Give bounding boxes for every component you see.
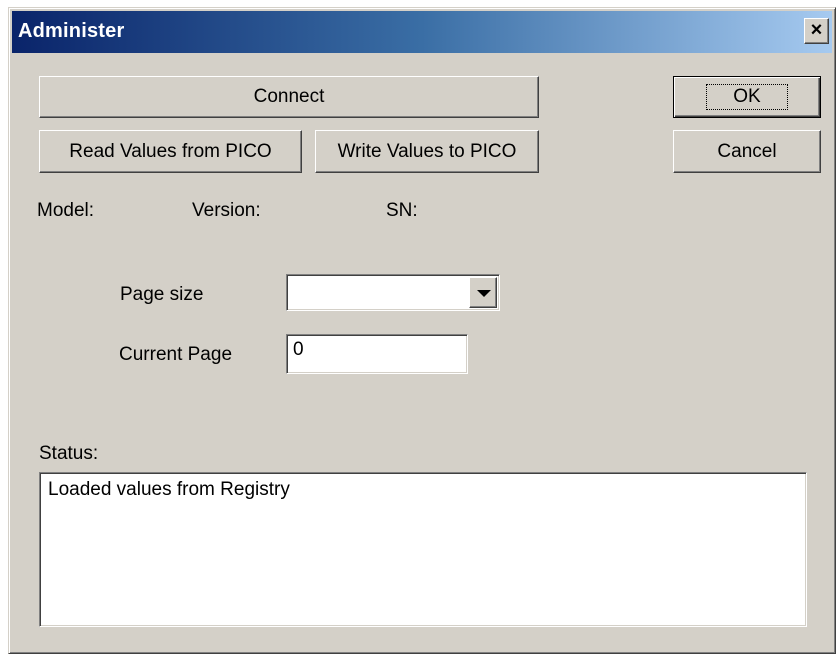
close-button[interactable]: ×	[804, 18, 829, 44]
cancel-button[interactable]: Cancel	[673, 130, 821, 173]
window-title: Administer	[18, 20, 125, 42]
administer-dialog: Administer × Connect Read Values from PI…	[8, 7, 836, 654]
current-page-input[interactable]: 0	[286, 334, 468, 374]
connect-button-label: Connect	[253, 86, 325, 107]
cancel-button-label: Cancel	[717, 140, 777, 162]
current-page-value: 0	[293, 339, 304, 360]
version-label: Version:	[192, 200, 261, 221]
title-bar[interactable]: Administer ×	[12, 11, 832, 53]
connect-button[interactable]: Connect	[39, 76, 539, 118]
chevron-down-icon	[477, 290, 491, 297]
page-size-label: Page size	[120, 284, 204, 305]
write-values-button[interactable]: Write Values to PICO	[315, 130, 539, 173]
sn-label: SN:	[386, 200, 418, 221]
status-text: Loaded values from Registry	[48, 479, 290, 500]
ok-button[interactable]: OK	[673, 76, 821, 118]
page-size-select[interactable]	[286, 274, 500, 311]
read-values-button-label: Read Values from PICO	[69, 140, 272, 162]
status-label: Status:	[39, 443, 99, 464]
write-values-button-label: Write Values to PICO	[337, 140, 517, 162]
status-box[interactable]: Loaded values from Registry	[39, 472, 807, 627]
model-label: Model:	[37, 200, 95, 221]
close-icon: ×	[810, 19, 823, 41]
read-values-button[interactable]: Read Values from PICO	[39, 130, 302, 173]
page-size-dropdown-button[interactable]	[469, 277, 497, 308]
current-page-label: Current Page	[119, 344, 233, 365]
ok-button-label: OK	[706, 84, 788, 110]
